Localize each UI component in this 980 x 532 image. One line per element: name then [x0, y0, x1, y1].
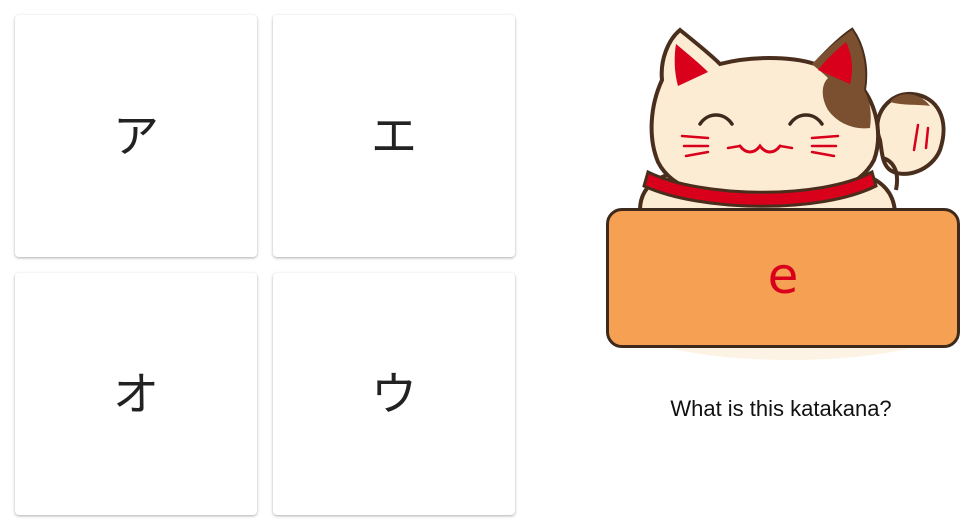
answer-grid: ア エ オ ウ — [15, 15, 515, 517]
answer-card-1[interactable]: ア — [15, 15, 257, 257]
answer-card-3[interactable]: オ — [15, 273, 257, 515]
question-text: What is this katakana? — [670, 396, 892, 421]
cat-head — [649, 27, 881, 203]
quiz-screen: ア エ オ ウ e What is this katakana? — [0, 0, 980, 532]
romaji-prompt: e — [767, 247, 799, 305]
answer-kana: ア — [113, 109, 159, 163]
answer-kana: エ — [371, 109, 417, 163]
answer-kana: ウ — [371, 367, 417, 421]
prompt-sign: e — [606, 208, 960, 348]
answer-kana: オ — [113, 367, 159, 421]
raised-paw-icon — [875, 91, 946, 191]
answer-card-2[interactable]: エ — [273, 15, 515, 257]
answer-card-4[interactable]: ウ — [273, 273, 515, 515]
